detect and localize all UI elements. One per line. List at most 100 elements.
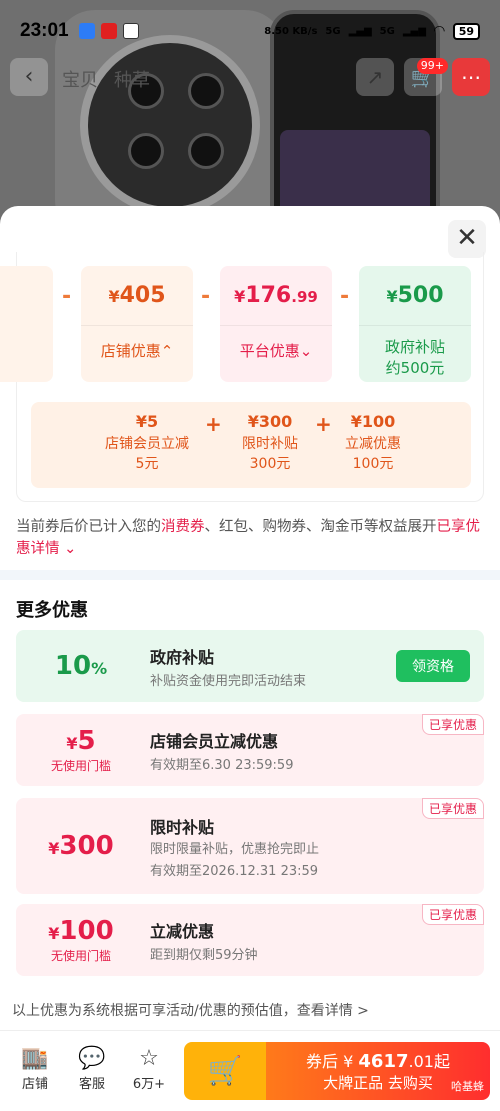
shop-discount-breakdown: ¥5 店铺会员立减 5元 + ¥300 限时补贴 300元 + ¥100 立减优… [31, 402, 471, 488]
add-to-cart-button[interactable]: 🛒 [184, 1042, 266, 1100]
amount: 405 [119, 283, 166, 308]
offer-member-discount: ¥5 无使用门槛 店铺会员立减优惠 有效期至6.30 23:59:59 已享优惠 [16, 714, 484, 786]
plus-sign: + [205, 412, 222, 436]
status-bar: 23:01 8.50 KB/s 5G ▂▄▆ 5G ▂▄▆ ◠ 59 [0, 0, 500, 62]
top-nav: ‹ 宝贝 种草 ↗ 🛒 99+ ⋯ [0, 58, 500, 102]
offer-desc: 有效期至2026.12.31 23:59 [150, 864, 319, 879]
signal-5g-2: 5G [379, 25, 395, 37]
offer-title: 店铺会员立减优惠 [150, 732, 279, 751]
offer-desc: 限时限量补贴，优惠抢完即止 [150, 842, 320, 857]
buy-button[interactable]: 券后 ¥ 4617.01起 大牌正品 去购买 哈基蜂 [266, 1042, 490, 1100]
service-icon: 💬 [78, 1046, 106, 1071]
nav-actions: ↗ 🛒 99+ ⋯ [356, 58, 490, 96]
status-right: 8.50 KB/s 5G ▂▄▆ 5G ▂▄▆ ◠ 59 [264, 22, 480, 40]
note-text: 当前券后价已计入您的 [16, 519, 161, 535]
offer-unit: ¥ [66, 734, 78, 753]
offer-title: 限时补贴 [150, 818, 215, 837]
signal-5g-1: 5G [325, 25, 341, 37]
offer-value: ¥300 [16, 798, 146, 894]
offer-unit: ¥ [48, 924, 60, 943]
offer-amount: 10 [54, 651, 92, 681]
buy-suffix: 起 [433, 1052, 450, 1071]
network-speed: 8.50 KB/s [264, 25, 318, 37]
card-label: 店铺优惠⌃ [100, 342, 174, 360]
shop-discount-card[interactable]: ¥405 店铺优惠⌃ [81, 266, 193, 382]
platform-discount-card[interactable]: ¥176.99 平台优惠⌄ [220, 266, 332, 382]
sub-item-instant: ¥100 立减优惠 100元 [331, 412, 415, 473]
offer-amount: 5 [77, 726, 96, 756]
offer-amount: 100 [59, 916, 114, 946]
buy-price: 4617 [358, 1051, 409, 1072]
sub-amount: ¥100 [350, 412, 396, 431]
sub-item-member: ¥5 店铺会员立减 5元 [87, 412, 207, 473]
card-amount: ¥500 [359, 266, 471, 326]
discount-sheet: ✕ - ¥405 店铺优惠⌃ - ¥176.99 平台优惠⌄ - ¥500 政府… [0, 206, 500, 1111]
currency: ¥ [108, 287, 120, 306]
shop-label: 店铺 [21, 1077, 48, 1092]
decimal: .99 [291, 288, 318, 306]
chevron-left-icon: ‹ [24, 64, 34, 89]
lens [128, 133, 164, 169]
favorite-button[interactable]: ☆ 6万+ [124, 1045, 174, 1092]
card-label: 政府补贴 [384, 338, 445, 356]
gov-subsidy-card[interactable]: ¥500 政府补贴 约500元 [359, 266, 471, 382]
star-icon: ☆ [139, 1046, 159, 1071]
tab-seeding[interactable]: 种草 [114, 66, 150, 92]
share-button[interactable]: ↗ [356, 58, 394, 96]
close-icon: ✕ [456, 223, 478, 253]
offer-desc: 距到期仅剩59分钟 [150, 948, 258, 963]
offer-value: 10% [16, 630, 146, 702]
sub-item-limited: ¥300 限时补贴 300元 [225, 412, 315, 473]
offer-threshold: 无使用门槛 [50, 759, 111, 773]
card-label: 平台优惠⌄ [239, 342, 313, 360]
section-divider [0, 570, 500, 580]
amount: 176 [245, 283, 292, 308]
shop-icon: 🏬 [21, 1046, 49, 1071]
offer-value: ¥5 无使用门槛 [16, 714, 146, 786]
tab-product[interactable]: 宝贝 [62, 66, 98, 92]
sub-line1: 限时补贴 [242, 436, 298, 452]
share-icon: ↗ [366, 65, 384, 89]
back-button[interactable]: ‹ [10, 58, 48, 96]
offer-unit: ¥ [48, 839, 60, 858]
buy-prefix: 券后 ¥ [306, 1052, 359, 1071]
card-amount: ¥405 [81, 266, 193, 326]
app-notification-icon [122, 23, 139, 39]
offer-unit: % [91, 659, 108, 678]
signal-icon: ▂▄▆ [402, 25, 426, 37]
sub-amount: ¥300 [247, 412, 293, 431]
offer-desc: 有效期至6.30 23:59:59 [150, 758, 294, 773]
offer-title: 立减优惠 [150, 922, 215, 941]
used-tag: 已享优惠 [421, 714, 484, 735]
nav-tabs: 宝贝 种草 [62, 66, 150, 92]
shop-button[interactable]: 🏬 店铺 [10, 1045, 60, 1092]
claim-button[interactable]: 领资格 [396, 650, 470, 682]
status-app-icons [78, 23, 139, 39]
currency: ¥ [234, 287, 246, 306]
estimate-note-link[interactable]: 以上优惠为系统根据可享活动/优惠的预估值，查看详情 > [12, 1000, 369, 1020]
buy-price-dec: .01 [408, 1052, 434, 1071]
sub-amount: ¥5 [135, 412, 159, 431]
status-time: 23:01 [20, 20, 69, 41]
customer-service-button[interactable]: 💬 客服 [67, 1045, 117, 1092]
minus-sign: - [340, 284, 350, 309]
offer-value: ¥100 无使用门槛 [16, 904, 146, 976]
favorite-count: 6万+ [132, 1077, 166, 1092]
price-note: 当前券后价已计入您的消费券、红包、购物券、淘金币等权益展开已享优惠详情 ⌄ [16, 516, 484, 560]
minus-sign: - [62, 284, 72, 309]
battery-icon: 59 [452, 22, 480, 40]
wifi-icon: ◠ [433, 23, 445, 39]
service-label: 客服 [78, 1077, 105, 1092]
bottom-action-bar: 🏬 店铺 💬 客服 ☆ 6万+ 🛒 券后 ¥ 4617.01起 大牌正品 去购买… [0, 1030, 500, 1111]
used-tag: 已享优惠 [421, 904, 484, 925]
signal-icon: ▂▄▆ [348, 25, 372, 37]
cart-button[interactable]: 🛒 99+ [404, 58, 448, 96]
sub-line2: 100元 [352, 456, 394, 472]
buy-price-line: 券后 ¥ 4617.01起 [266, 1048, 490, 1072]
more-button[interactable]: ⋯ [452, 58, 490, 96]
consumer-coupon-link[interactable]: 消费券 [161, 519, 205, 535]
offer-threshold: 无使用门槛 [50, 949, 111, 963]
offer-title: 政府补贴 [150, 648, 215, 667]
section-title: 更多优惠 [16, 600, 88, 621]
offer-limited-subsidy: ¥300 限时补贴 限时限量补贴，优惠抢完即止 有效期至2026.12.31 2… [16, 798, 484, 894]
